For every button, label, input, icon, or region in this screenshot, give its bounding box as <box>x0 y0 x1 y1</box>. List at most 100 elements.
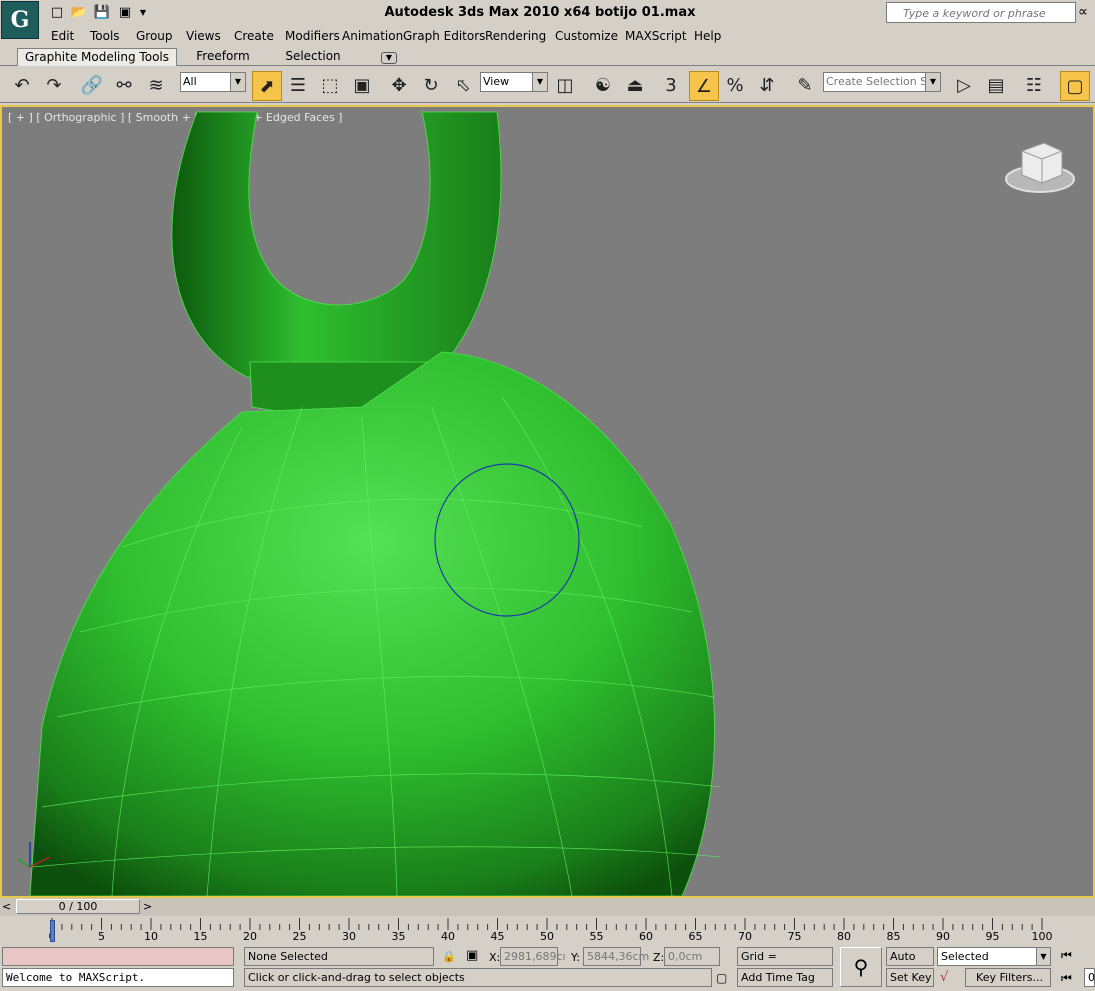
auto-key-button[interactable]: Auto Key <box>886 947 934 980</box>
track-bar-tick-label: 55 <box>589 930 604 943</box>
track-bar-tick-label: 20 <box>243 930 257 943</box>
time-tag-icon[interactable]: ▢ <box>716 971 727 985</box>
search-input[interactable] <box>901 3 1075 23</box>
menu-maxscript[interactable]: MAXScript <box>625 29 687 43</box>
set-key-mode-key-icon[interactable]: ⚲ <box>840 947 882 987</box>
new-file-icon[interactable]: □ <box>48 4 66 21</box>
track-bar-tick-label: 35 <box>391 930 406 943</box>
key-mode-dropdown[interactable]: Selected ▼ <box>937 947 1051 966</box>
lock-icon[interactable]: 🔒 <box>442 950 456 963</box>
viewport-canvas[interactable] <box>2 107 1093 896</box>
viewport-perspective[interactable]: [ + ] [ Orthographic ] [ Smooth + Highli… <box>0 105 1095 898</box>
chevron-down-icon: ▼ <box>532 73 547 91</box>
tab-graphite-modeling-tools[interactable]: Graphite Modeling Tools <box>17 48 177 66</box>
time-slider-next[interactable]: > <box>143 900 152 913</box>
select-and-scale-icon[interactable]: ⬁ <box>449 71 477 99</box>
set-key-button[interactable]: Set Key <box>886 968 934 987</box>
prompt-line: Click or click-and-drag to select object… <box>244 968 712 987</box>
percent-snap-icon[interactable]: % <box>721 71 749 99</box>
snaps-toggle-icon[interactable]: 3 <box>657 71 685 99</box>
x-label: X: <box>489 951 501 964</box>
app-logo-icon[interactable]: G <box>1 1 39 39</box>
menu-rendering[interactable]: Rendering <box>485 29 546 43</box>
select-and-rotate-icon[interactable]: ↻ <box>417 71 445 99</box>
undo-icon[interactable]: ↶ <box>8 71 36 99</box>
reference-coordinate-dropdown[interactable]: View ▼ <box>480 72 548 92</box>
y-coordinate-field[interactable]: 5844,36cm <box>583 947 649 966</box>
menu-bar: Edit Tools Group Views Create Modifiers … <box>40 27 1095 46</box>
select-and-manipulate-icon[interactable]: ☯ <box>589 71 617 99</box>
absolute-mode-icon[interactable]: ▣ <box>466 948 478 963</box>
mirror-icon[interactable]: ▷ <box>950 71 978 99</box>
add-time-tag-button[interactable]: Add Time Tag <box>737 968 833 987</box>
chevron-down-icon: ▼ <box>230 73 245 91</box>
current-frame-marker[interactable] <box>50 920 55 942</box>
frame-counter[interactable]: 0 / 100 <box>16 899 140 914</box>
project-folder-icon[interactable]: ▣ <box>116 4 134 21</box>
infocenter-icon[interactable]: ∝ <box>1078 4 1088 20</box>
menu-modifiers[interactable]: Modifiers <box>285 29 340 43</box>
redo-icon[interactable]: ↷ <box>40 71 68 99</box>
track-bar-tick-label: 95 <box>985 930 1000 943</box>
track-bar-tick-label: 85 <box>886 930 901 943</box>
align-icon[interactable]: ▤ <box>982 71 1010 99</box>
menu-views[interactable]: Views <box>186 29 221 43</box>
bind-to-space-warp-icon[interactable]: ≋ <box>142 71 170 99</box>
track-bar-tick-label: 30 <box>342 930 356 943</box>
spinner-snap-icon[interactable]: ⇵ <box>753 71 781 99</box>
menu-help[interactable]: Help <box>694 29 721 43</box>
selection-filter-dropdown[interactable]: All ▼ <box>180 72 246 92</box>
viewcube-icon[interactable] <box>1005 142 1075 193</box>
track-bar-tick-label: 25 <box>292 930 307 943</box>
select-object-icon[interactable]: ⬈ <box>252 71 282 101</box>
tab-freeform[interactable]: Freeform <box>190 48 256 65</box>
x-coordinate-field[interactable]: 2981,689cı <box>500 947 566 966</box>
menu-animation[interactable]: Animation <box>342 29 403 43</box>
menu-customize[interactable]: Customize <box>555 29 618 43</box>
named-selection-placeholder: Create Selection Se <box>826 75 934 88</box>
chevron-down-icon: ▼ <box>925 73 940 91</box>
select-by-name-icon[interactable]: ☰ <box>284 71 312 99</box>
tangent-icon[interactable]: √ <box>940 970 948 985</box>
open-file-icon[interactable]: 📂 <box>70 4 88 21</box>
snap-dimension-label: 3 <box>665 74 677 96</box>
search-field[interactable] <box>886 2 1076 23</box>
layer-manager-icon[interactable]: ☷ <box>1020 71 1048 99</box>
current-frame-field[interactable]: 0 <box>1084 968 1095 987</box>
tab-selection[interactable]: Selection <box>280 48 346 65</box>
select-and-move-icon[interactable]: ✥ <box>385 71 413 99</box>
save-file-icon[interactable]: 💾 <box>93 4 111 21</box>
menu-graph-editors[interactable]: Graph Editors <box>403 29 485 43</box>
previous-key-icon[interactable]: ⏮ <box>1061 971 1072 986</box>
go-to-start-icon[interactable]: ⏮ <box>1061 948 1072 963</box>
rectangular-selection-icon[interactable]: ⬚ <box>316 71 344 99</box>
graphite-toggle-icon[interactable]: ▢ <box>1060 71 1090 101</box>
ribbon-minimize-icon[interactable]: ▼ <box>381 52 397 64</box>
maxscript-listener-input[interactable] <box>2 947 234 966</box>
time-slider[interactable]: < 0 / 100 > <box>0 898 1095 916</box>
keyboard-shortcut-override-icon[interactable]: ⏏ <box>621 71 649 99</box>
quick-access-dropdown-icon[interactable]: ▼ <box>137 4 149 21</box>
pivot-center-icon[interactable]: ◫ <box>551 71 579 99</box>
key-filters-button[interactable]: Key Filters... <box>965 968 1051 987</box>
edit-named-selection-icon[interactable]: ✎ <box>791 71 819 99</box>
named-selection-dropdown[interactable]: Create Selection Se ▼ <box>823 72 941 92</box>
selection-filter-value: All <box>183 75 197 88</box>
window-crossing-icon[interactable]: ▣ <box>348 71 376 99</box>
menu-create[interactable]: Create <box>234 29 274 43</box>
track-bar-tick-label: 60 <box>639 930 653 943</box>
menu-edit[interactable]: Edit <box>51 29 74 43</box>
title-bar: Autodesk 3ds Max 2010 x64 botijo 01.max … <box>0 0 1095 27</box>
key-mode-value: Selected <box>941 950 989 963</box>
track-bar-tick-label: 100 <box>1031 930 1053 943</box>
z-coordinate-field[interactable]: 0,0cm <box>664 947 720 966</box>
select-and-link-icon[interactable]: 🔗 <box>78 71 106 99</box>
time-slider-prev[interactable]: < <box>2 900 11 913</box>
menu-tools[interactable]: Tools <box>90 29 120 43</box>
menu-group[interactable]: Group <box>136 29 173 43</box>
angle-snap-icon[interactable]: ∠ <box>689 71 719 101</box>
y-label: Y: <box>571 951 580 964</box>
unlink-selection-icon[interactable]: ⚯ <box>110 71 138 99</box>
mesh-body[interactable] <box>29 351 721 896</box>
track-bar[interactable]: 0510152025303540455055606570758085909510… <box>0 916 1095 944</box>
